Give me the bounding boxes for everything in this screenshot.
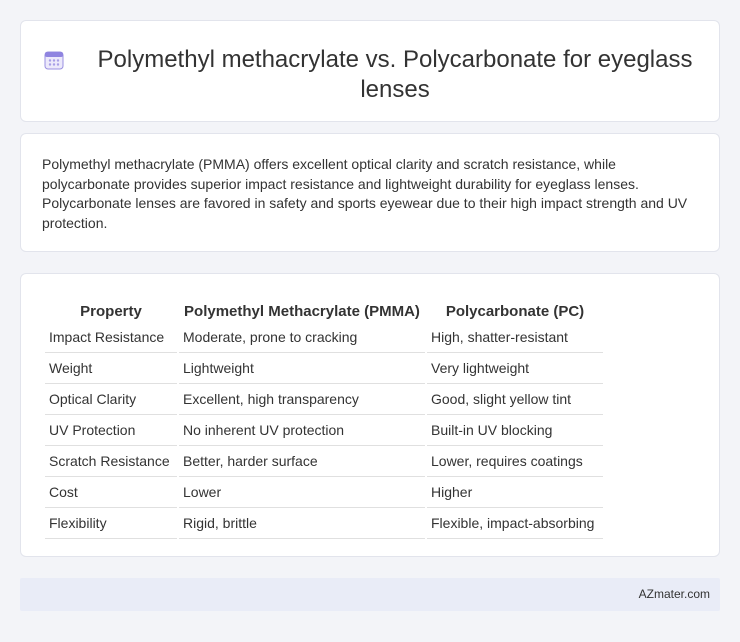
row-property: Optical Clarity — [45, 384, 177, 415]
row-pmma-value: Lightweight — [179, 353, 425, 384]
column-header-property: Property — [80, 303, 142, 320]
table-header-row: Property Polymethyl Methacrylate (PMMA) … — [45, 294, 603, 322]
row-pmma-value: No inherent UV protection — [179, 415, 425, 446]
row-property: UV Protection — [45, 415, 177, 446]
footer-brand: AZmater.com — [638, 587, 710, 601]
footer: AZmater.com — [20, 578, 720, 611]
table-row: Flexibility Rigid, brittle Flexible, imp… — [45, 508, 603, 539]
table-row: Cost Lower Higher — [45, 477, 603, 508]
table-row: Impact Resistance Moderate, prone to cra… — [45, 322, 603, 353]
comparison-table: Property Polymethyl Methacrylate (PMMA) … — [43, 294, 605, 539]
row-pc-value: Flexible, impact-absorbing — [427, 508, 603, 539]
row-pc-value: Good, slight yellow tint — [427, 384, 603, 415]
table-row: Optical Clarity Excellent, high transpar… — [45, 384, 603, 415]
row-pmma-value: Rigid, brittle — [179, 508, 425, 539]
row-pmma-value: Better, harder surface — [179, 446, 425, 477]
row-property: Flexibility — [45, 508, 177, 539]
row-pmma-value: Excellent, high transparency — [179, 384, 425, 415]
comparison-card: Property Polymethyl Methacrylate (PMMA) … — [20, 273, 720, 557]
row-property: Impact Resistance — [45, 322, 177, 353]
table-row: Scratch Resistance Better, harder surfac… — [45, 446, 603, 477]
row-property: Weight — [45, 353, 177, 384]
row-pc-value: Lower, requires coatings — [427, 446, 603, 477]
row-pc-value: High, shatter-resistant — [427, 322, 603, 353]
summary-paragraph: Polymethyl methacrylate (PMMA) offers ex… — [42, 156, 688, 231]
table-row: Weight Lightweight Very lightweight — [45, 353, 603, 384]
row-property: Scratch Resistance — [45, 446, 177, 477]
summary-card: Polymethyl methacrylate (PMMA) offers ex… — [20, 133, 720, 252]
column-header-pc: Polycarbonate (PC) — [445, 303, 585, 320]
row-pc-value: Built-in UV blocking — [427, 415, 603, 446]
title-card: Polymethyl methacrylate vs. Polycarbonat… — [20, 20, 720, 122]
row-pmma-value: Moderate, prone to cracking — [179, 322, 425, 353]
page-title: Polymethyl methacrylate vs. Polycarbonat… — [97, 46, 693, 103]
row-property: Cost — [45, 477, 177, 508]
row-pc-value: Higher — [427, 477, 603, 508]
table-row: UV Protection No inherent UV protection … — [45, 415, 603, 446]
row-pc-value: Very lightweight — [427, 353, 603, 384]
row-pmma-value: Lower — [179, 477, 425, 508]
column-header-pmma: Polymethyl Methacrylate (PMMA) — [184, 303, 420, 320]
